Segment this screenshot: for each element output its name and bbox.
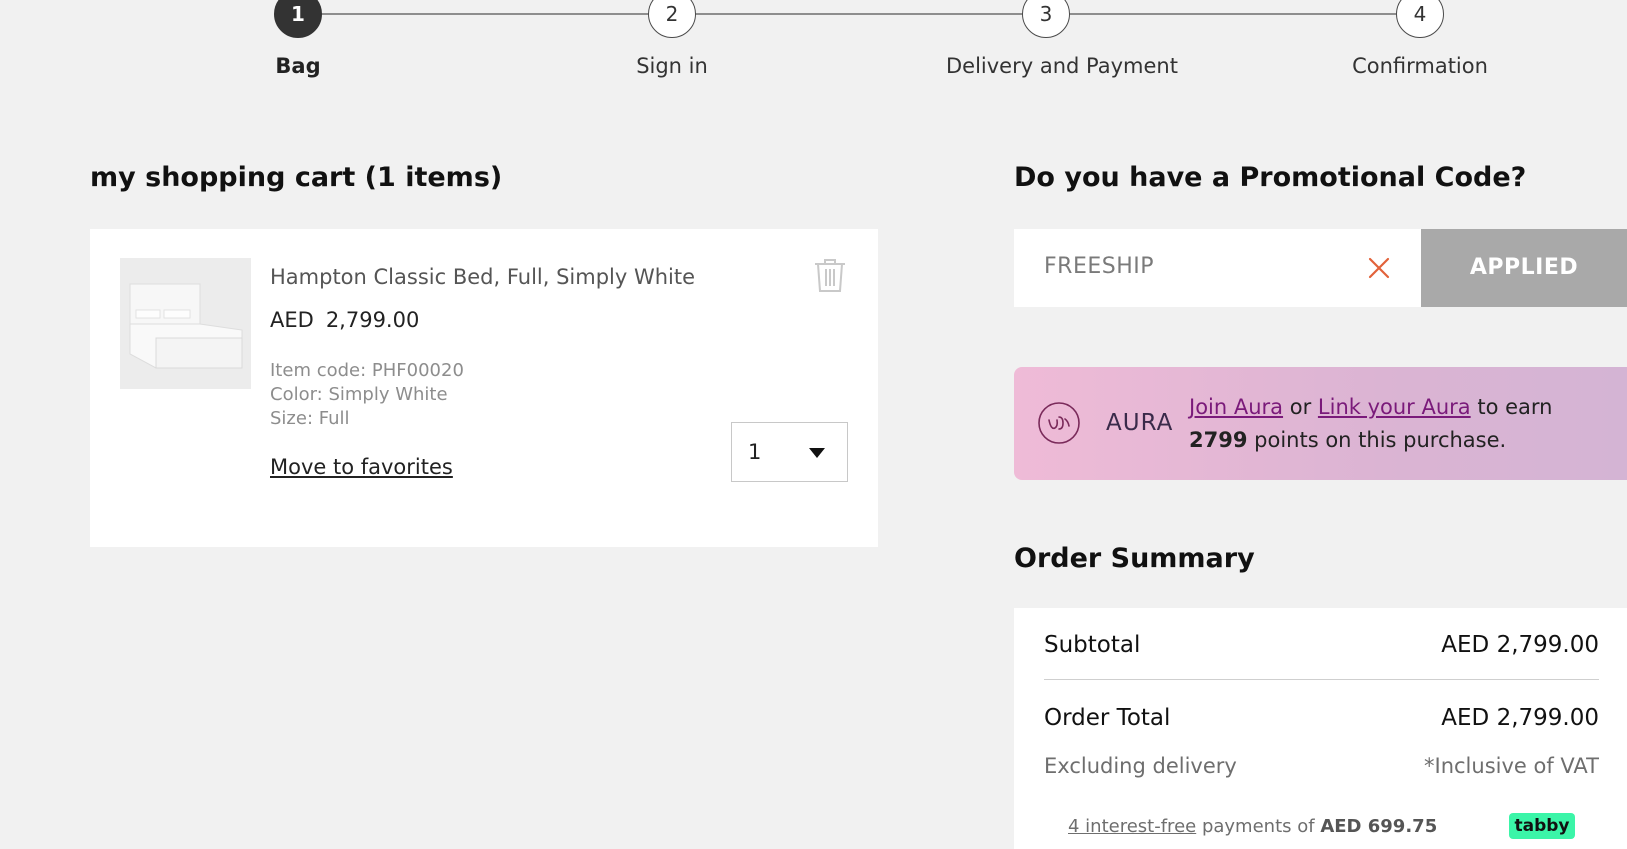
step-label: Delivery and Payment bbox=[946, 54, 1178, 78]
price-currency: AED bbox=[270, 308, 314, 332]
step-number: 3 bbox=[1022, 0, 1070, 38]
aura-message: Join Aura or Link your Aura to earn 2799… bbox=[1189, 391, 1609, 457]
aura-earn-text: to earn bbox=[1477, 395, 1553, 419]
move-to-favorites-link[interactable]: Move to favorites bbox=[270, 455, 453, 479]
subtotal-label: Subtotal bbox=[1044, 632, 1141, 658]
aura-logo-icon bbox=[1038, 402, 1080, 444]
promo-code-value: FREESHIP bbox=[1044, 254, 1155, 279]
aura-logo: AURA bbox=[1036, 400, 1186, 446]
step-delivery-payment[interactable]: 3 Delivery and Payment bbox=[946, 0, 1178, 78]
aura-points: 2799 bbox=[1189, 428, 1248, 452]
excluding-delivery-text: Excluding delivery bbox=[1044, 754, 1237, 778]
chevron-down-icon bbox=[809, 448, 825, 458]
product-price: AED 2,799.00 bbox=[270, 308, 419, 332]
promo-applied-button[interactable]: APPLIED bbox=[1421, 229, 1627, 307]
order-summary-title: Order Summary bbox=[1014, 543, 1255, 574]
tabby-info-link[interactable]: 4 interest-free bbox=[1068, 816, 1196, 837]
order-summary-card: Subtotal AED 2,799.00 Order Total AED 2,… bbox=[1014, 608, 1627, 849]
aura-logo-text: AURA bbox=[1106, 410, 1174, 436]
close-icon[interactable] bbox=[1367, 256, 1391, 280]
promo-title: Do you have a Promotional Code? bbox=[1014, 162, 1527, 193]
quantity-value: 1 bbox=[748, 440, 762, 464]
bed-thumbnail-icon bbox=[120, 258, 251, 389]
join-aura-link[interactable]: Join Aura bbox=[1189, 395, 1283, 419]
aura-suffix-text: points on this purchase. bbox=[1254, 428, 1507, 452]
order-total-value: AED 2,799.00 bbox=[1441, 705, 1599, 731]
item-size: Size: Full bbox=[270, 408, 350, 429]
aura-or-text: or bbox=[1289, 395, 1312, 419]
summary-divider bbox=[1044, 679, 1599, 680]
step-number: 4 bbox=[1396, 0, 1444, 38]
cart-title: my shopping cart (1 items) bbox=[90, 162, 503, 193]
price-amount: 2,799.00 bbox=[325, 308, 420, 332]
aura-banner: AURA Join Aura or Link your Aura to earn… bbox=[1014, 367, 1627, 480]
subtotal-row: Subtotal AED 2,799.00 bbox=[1044, 632, 1599, 658]
promo-code-field[interactable]: FREESHIP bbox=[1014, 229, 1421, 307]
step-label: Confirmation bbox=[1352, 54, 1488, 78]
tabby-installments: 4 interest-free payments of AED 699.75 bbox=[1068, 816, 1437, 837]
tabby-logo: tabby bbox=[1509, 813, 1575, 839]
quantity-select[interactable]: 1 bbox=[731, 422, 848, 482]
step-label: Bag bbox=[275, 54, 321, 78]
trash-icon[interactable] bbox=[813, 257, 847, 293]
tabby-amount: AED 699.75 bbox=[1320, 816, 1438, 837]
product-image[interactable] bbox=[120, 258, 251, 389]
step-sign-in[interactable]: 2 Sign in bbox=[572, 0, 772, 78]
product-meta: Item code: PHF00020 Color: Simply White … bbox=[270, 359, 464, 431]
step-bag[interactable]: 1 Bag bbox=[198, 0, 398, 78]
step-number: 1 bbox=[274, 0, 322, 38]
checkout-stepper: 1 Bag 2 Sign in 3 Delivery and Payment 4… bbox=[0, 0, 1627, 90]
step-label: Sign in bbox=[636, 54, 708, 78]
order-total-row: Order Total AED 2,799.00 bbox=[1044, 705, 1599, 731]
order-total-label: Order Total bbox=[1044, 705, 1171, 731]
inclusive-vat-text: *Inclusive of VAT bbox=[1424, 754, 1599, 778]
link-aura-link[interactable]: Link your Aura bbox=[1318, 395, 1471, 419]
subtotal-value: AED 2,799.00 bbox=[1441, 632, 1599, 658]
tabby-middle-text: payments of bbox=[1201, 816, 1315, 837]
step-confirmation[interactable]: 4 Confirmation bbox=[1320, 0, 1520, 78]
item-code: Item code: PHF00020 bbox=[270, 360, 464, 381]
step-number: 2 bbox=[648, 0, 696, 38]
product-name[interactable]: Hampton Classic Bed, Full, Simply White bbox=[270, 265, 695, 289]
delivery-vat-row: Excluding delivery *Inclusive of VAT bbox=[1044, 754, 1599, 778]
item-color: Color: Simply White bbox=[270, 384, 448, 405]
cart-item-card: Hampton Classic Bed, Full, Simply White … bbox=[90, 229, 878, 547]
stepper-line bbox=[298, 13, 1420, 15]
